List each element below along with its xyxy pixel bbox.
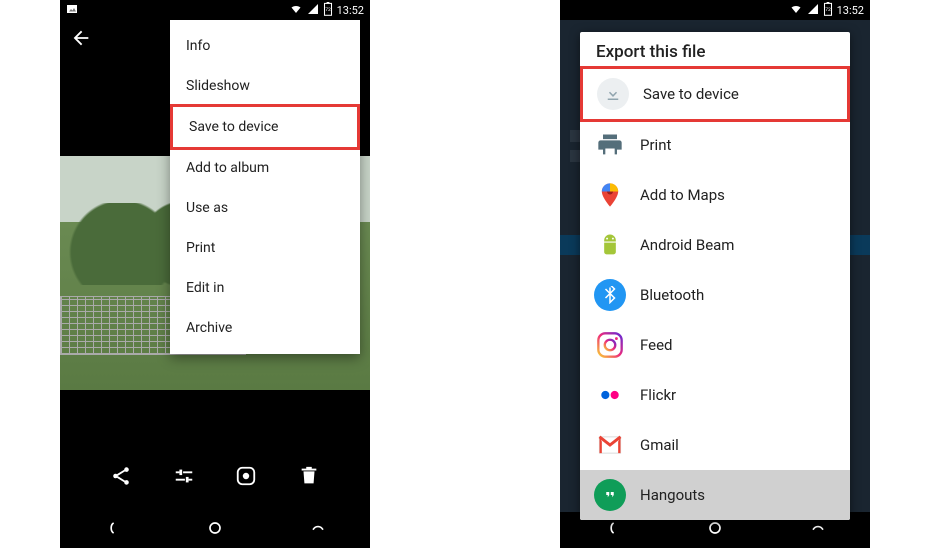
export-item-maps[interactable]: Add to Maps — [580, 170, 850, 220]
android-icon — [594, 229, 626, 261]
status-bar: 72 13:52 — [60, 0, 370, 20]
export-item-save-to-device[interactable]: Save to device — [580, 66, 850, 122]
menu-item-use-as[interactable]: Use as — [170, 188, 360, 228]
menu-label: Info — [186, 38, 210, 54]
hangouts-icon — [594, 479, 626, 511]
share-icon[interactable] — [110, 465, 132, 491]
menu-label: Use as — [186, 200, 228, 216]
export-label: Android Beam — [640, 236, 734, 254]
export-item-hangouts[interactable]: Hangouts — [580, 470, 850, 520]
wifi-icon — [789, 3, 803, 18]
menu-label: Edit in — [186, 280, 224, 296]
export-label: Gmail — [640, 436, 679, 454]
export-label: Add to Maps — [640, 186, 725, 204]
export-item-bluetooth[interactable]: Bluetooth — [580, 270, 850, 320]
cell-signal-icon — [307, 3, 319, 18]
flickr-icon — [594, 379, 626, 411]
export-item-android-beam[interactable]: Android Beam — [580, 220, 850, 270]
menu-label: Save to device — [189, 119, 278, 135]
nav-back-icon[interactable] — [102, 518, 122, 542]
wifi-icon — [289, 3, 303, 18]
export-item-instagram[interactable]: Feed — [580, 320, 850, 370]
overflow-menu: Info Slideshow Save to device Add to alb… — [170, 20, 360, 354]
svg-text:72: 72 — [825, 7, 831, 13]
export-label: Flickr — [640, 386, 676, 404]
export-item-flickr[interactable]: Flickr — [580, 370, 850, 420]
menu-label: Slideshow — [186, 78, 250, 94]
menu-label: Add to album — [186, 160, 269, 176]
clock: 13:52 — [337, 4, 364, 17]
menu-label: Print — [186, 240, 215, 256]
status-bar: 72 13:52 — [560, 0, 870, 20]
export-item-gmail[interactable]: Gmail — [580, 420, 850, 470]
nav-recent-icon[interactable] — [808, 518, 828, 542]
battery-icon: 72 — [323, 2, 333, 19]
maps-icon — [594, 179, 626, 211]
print-icon — [594, 129, 626, 161]
export-label: Bluetooth — [640, 286, 704, 304]
lens-icon[interactable] — [235, 465, 257, 491]
export-label: Save to device — [643, 85, 739, 103]
svg-text:72: 72 — [325, 7, 331, 13]
edit-sliders-icon[interactable] — [173, 465, 195, 491]
screenshot-icon — [66, 3, 78, 18]
nav-back-icon[interactable] — [602, 518, 622, 542]
menu-item-save-to-device[interactable]: Save to device — [170, 104, 360, 150]
gmail-icon — [594, 429, 626, 461]
delete-icon[interactable] — [298, 465, 320, 491]
download-icon — [597, 78, 629, 110]
menu-item-print[interactable]: Print — [170, 228, 360, 268]
menu-item-edit-in[interactable]: Edit in — [170, 268, 360, 308]
bluetooth-icon — [594, 279, 626, 311]
clock: 13:52 — [837, 4, 864, 17]
back-button[interactable] — [70, 27, 92, 53]
phone-screenshot-left: 72 13:52 Info Slideshow Save to device A… — [60, 0, 370, 548]
export-label: Feed — [640, 336, 673, 354]
menu-item-archive[interactable]: Archive — [170, 308, 360, 348]
nav-home-icon[interactable] — [705, 518, 725, 542]
cell-signal-icon — [807, 3, 819, 18]
battery-icon: 72 — [823, 2, 833, 19]
phone-screenshot-right: 72 13:52 Export this file Save to device… — [560, 0, 870, 548]
system-navbar — [60, 512, 370, 548]
nav-home-icon[interactable] — [205, 518, 225, 542]
action-bar — [60, 453, 370, 503]
menu-item-add-to-album[interactable]: Add to album — [170, 148, 360, 188]
export-item-print[interactable]: Print — [580, 120, 850, 170]
instagram-icon — [594, 329, 626, 361]
sheet-title: Export this file — [580, 32, 850, 68]
menu-item-info[interactable]: Info — [170, 26, 360, 66]
menu-item-slideshow[interactable]: Slideshow — [170, 66, 360, 106]
nav-recent-icon[interactable] — [308, 518, 328, 542]
export-label: Hangouts — [640, 486, 705, 504]
export-label: Print — [640, 136, 671, 154]
menu-label: Archive — [186, 320, 232, 336]
export-sheet: Export this file Save to device Print Ad… — [580, 32, 850, 520]
